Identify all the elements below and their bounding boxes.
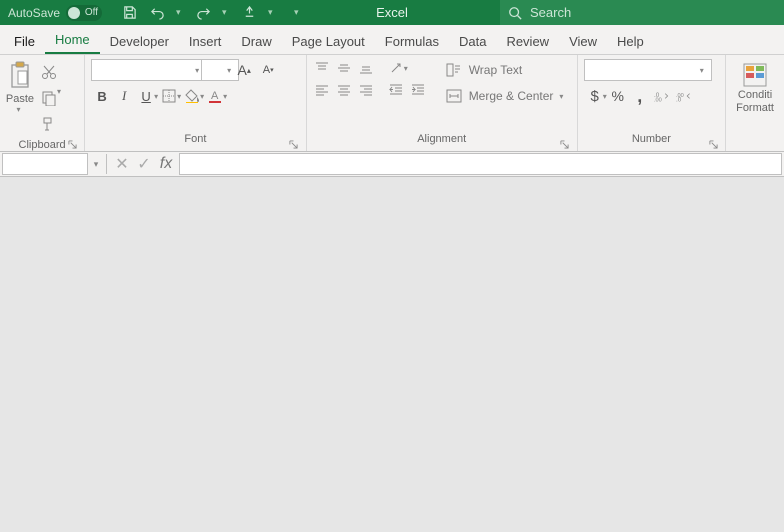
formula-input[interactable] [180, 154, 781, 174]
name-box-dropdown-icon[interactable]: ▾ [90, 159, 102, 170]
align-right-button[interactable] [355, 79, 377, 101]
conditional-label-1: Conditi [738, 89, 772, 102]
decrease-indent-button[interactable] [385, 79, 407, 101]
autosave-label: AutoSave [8, 6, 60, 20]
font-size-dropdown-icon[interactable]: ▾ [227, 66, 231, 81]
search-box[interactable] [500, 0, 784, 25]
font-launcher-icon[interactable] [288, 138, 300, 150]
autosave-state: Off [85, 7, 98, 18]
app-title: Excel [376, 5, 408, 20]
undo-dropdown-icon[interactable]: ▾ [176, 7, 184, 18]
decrease-decimal-button[interactable]: .00.0 [673, 85, 695, 107]
tab-insert[interactable]: Insert [179, 28, 232, 54]
format-painter-button[interactable] [38, 113, 60, 135]
group-styles: Conditi Formatt [726, 55, 784, 151]
tab-formulas[interactable]: Formulas [375, 28, 449, 54]
wrap-text-button[interactable] [439, 59, 469, 81]
group-clipboard: Paste ▾ ▾ Clipboard [0, 55, 85, 151]
tab-home[interactable]: Home [45, 26, 100, 54]
tab-draw[interactable]: Draw [231, 28, 281, 54]
italic-button[interactable]: I [113, 85, 135, 107]
svg-text:.0: .0 [676, 97, 682, 103]
increase-indent-button[interactable] [407, 79, 429, 101]
paste-label: Paste [6, 93, 34, 105]
search-input[interactable] [530, 5, 776, 20]
tab-view[interactable]: View [559, 28, 607, 54]
group-number: ▾ $ ▾ % , .0.00 .00.0 Number [578, 55, 726, 151]
customize-qat-icon[interactable]: ▾ [294, 7, 302, 18]
svg-text:A: A [211, 90, 219, 102]
group-font: ▾ ▾ A▴ A▾ B I U ▾ ▾ ▾ A ▾ Font [85, 55, 307, 151]
save-icon[interactable] [120, 4, 138, 22]
svg-text:.00: .00 [654, 98, 662, 103]
merge-center-button[interactable] [439, 85, 469, 107]
cut-button[interactable] [38, 61, 60, 83]
alignment-launcher-icon[interactable] [559, 138, 571, 150]
font-name-dropdown-icon[interactable]: ▾ [195, 66, 199, 81]
divider [106, 154, 107, 174]
redo-icon[interactable] [194, 4, 212, 22]
touch-mode-icon[interactable] [240, 4, 258, 22]
align-middle-button[interactable] [333, 57, 355, 79]
number-launcher-icon[interactable] [707, 138, 719, 150]
autosave-control[interactable]: AutoSave Off [0, 5, 110, 21]
align-top-button[interactable] [311, 57, 333, 79]
quick-access-toolbar: ▾ ▾ ▾ ▾ [110, 4, 312, 22]
merge-center-label: Merge & Center [469, 89, 554, 103]
enter-formula-button[interactable]: ✓ [133, 153, 155, 175]
undo-icon[interactable] [148, 4, 166, 22]
conditional-label-2: Formatt [736, 102, 774, 115]
number-format-dropdown-icon[interactable]: ▾ [700, 66, 704, 81]
toggle-knob [68, 7, 80, 19]
search-icon [508, 6, 522, 20]
font-color-dropdown-icon[interactable]: ▾ [223, 92, 227, 101]
tab-help[interactable]: Help [607, 28, 654, 54]
group-alignment: ▾ Wrap Text Merge & Cent [307, 55, 578, 151]
conditional-formatting-button[interactable]: Conditi Formatt [730, 57, 780, 119]
insert-function-button[interactable]: fx [155, 153, 177, 175]
font-name-input[interactable] [91, 59, 207, 81]
autosave-toggle[interactable]: Off [66, 5, 102, 21]
paste-icon [7, 61, 33, 91]
tab-review[interactable]: Review [496, 28, 559, 54]
worksheet-area[interactable] [0, 177, 784, 532]
tab-file[interactable]: File [4, 28, 45, 54]
paste-dropdown-icon[interactable]: ▾ [16, 105, 20, 114]
number-group-label: Number [632, 133, 671, 145]
conditional-formatting-icon [741, 61, 769, 89]
formula-bar: ▾ ✕ ✓ fx [0, 152, 784, 177]
comma-format-button[interactable]: , [629, 85, 651, 107]
redo-dropdown-icon[interactable]: ▾ [222, 7, 230, 18]
wrap-text-label: Wrap Text [469, 63, 523, 77]
orientation-dropdown-icon[interactable]: ▾ [404, 64, 408, 73]
increase-decimal-button[interactable]: .0.00 [651, 85, 673, 107]
name-box-input[interactable] [2, 153, 88, 175]
tab-page-layout[interactable]: Page Layout [282, 28, 375, 54]
align-left-button[interactable] [311, 79, 333, 101]
merge-dropdown-icon[interactable]: ▾ [559, 92, 563, 101]
percent-format-button[interactable]: % [607, 85, 629, 107]
number-format-input[interactable] [584, 59, 712, 81]
alignment-group-label: Alignment [417, 133, 466, 145]
ribbon-tabs: File Home Developer Insert Draw Page Lay… [0, 25, 784, 55]
paste-button[interactable]: Paste ▾ [4, 57, 36, 139]
copy-dropdown-icon[interactable]: ▾ [57, 87, 61, 109]
font-group-label: Font [184, 133, 206, 145]
increase-font-button[interactable]: A▴ [233, 59, 255, 81]
align-center-button[interactable] [333, 79, 355, 101]
clipboard-group-label: Clipboard [19, 139, 66, 151]
align-bottom-button[interactable] [355, 57, 377, 79]
tab-data[interactable]: Data [449, 28, 496, 54]
touch-dropdown-icon[interactable]: ▾ [268, 7, 276, 18]
clipboard-launcher-icon[interactable] [66, 138, 78, 150]
tab-developer[interactable]: Developer [100, 28, 179, 54]
cancel-formula-button[interactable]: ✕ [111, 153, 133, 175]
bold-button[interactable]: B [91, 85, 113, 107]
title-bar: AutoSave Off ▾ ▾ ▾ ▾ Excel [0, 0, 784, 25]
decrease-font-button[interactable]: A▾ [257, 59, 279, 81]
formula-input-wrap [179, 153, 782, 175]
ribbon: Paste ▾ ▾ Clipboard ▾ ▾ A▴ A▾ B I U [0, 55, 784, 152]
